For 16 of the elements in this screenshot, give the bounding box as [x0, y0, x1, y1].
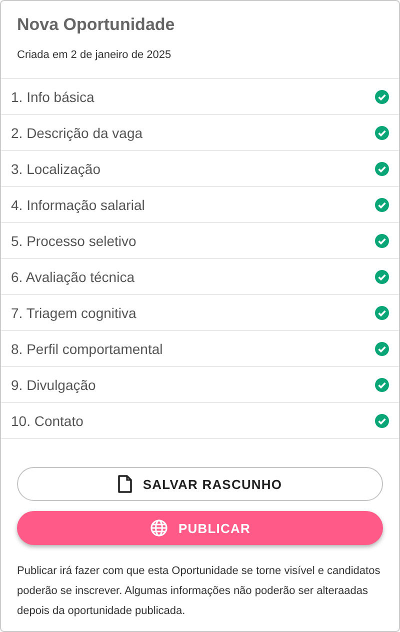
page-title: Nova Oportunidade — [17, 15, 176, 35]
globe-icon — [150, 519, 168, 537]
save-draft-button[interactable]: SALVAR RASCUNHO — [17, 467, 383, 501]
step-label[interactable]: 6. Avaliação técnica — [11, 268, 134, 284]
step-label[interactable]: 7. Triagem cognitiva — [11, 304, 136, 320]
step-label[interactable]: 1. Info básica — [11, 88, 94, 104]
document-icon — [118, 475, 132, 493]
step-label[interactable]: 8. Perfil comportamental — [11, 340, 163, 356]
step-label[interactable]: 10. Contato — [11, 412, 84, 428]
created-date: Criada em 2 de janeiro de 2025 — [17, 49, 172, 61]
publish-note: Publicar irá fazer com que esta Oportunidade se torne visível e candidatos poderão se inscrever. Algumas informações não poderão ser alteraadas depois da oportunidade publicada. — [17, 564, 382, 619]
step-label[interactable]: 4. Informação salarial — [11, 196, 145, 212]
step-label[interactable]: 5. Processo seletivo — [11, 232, 136, 248]
step-label[interactable]: 2. Descrição da vaga — [11, 124, 143, 140]
step-label[interactable]: 3. Localização — [11, 160, 101, 176]
step-label[interactable]: 9. Divulgação — [11, 376, 96, 392]
